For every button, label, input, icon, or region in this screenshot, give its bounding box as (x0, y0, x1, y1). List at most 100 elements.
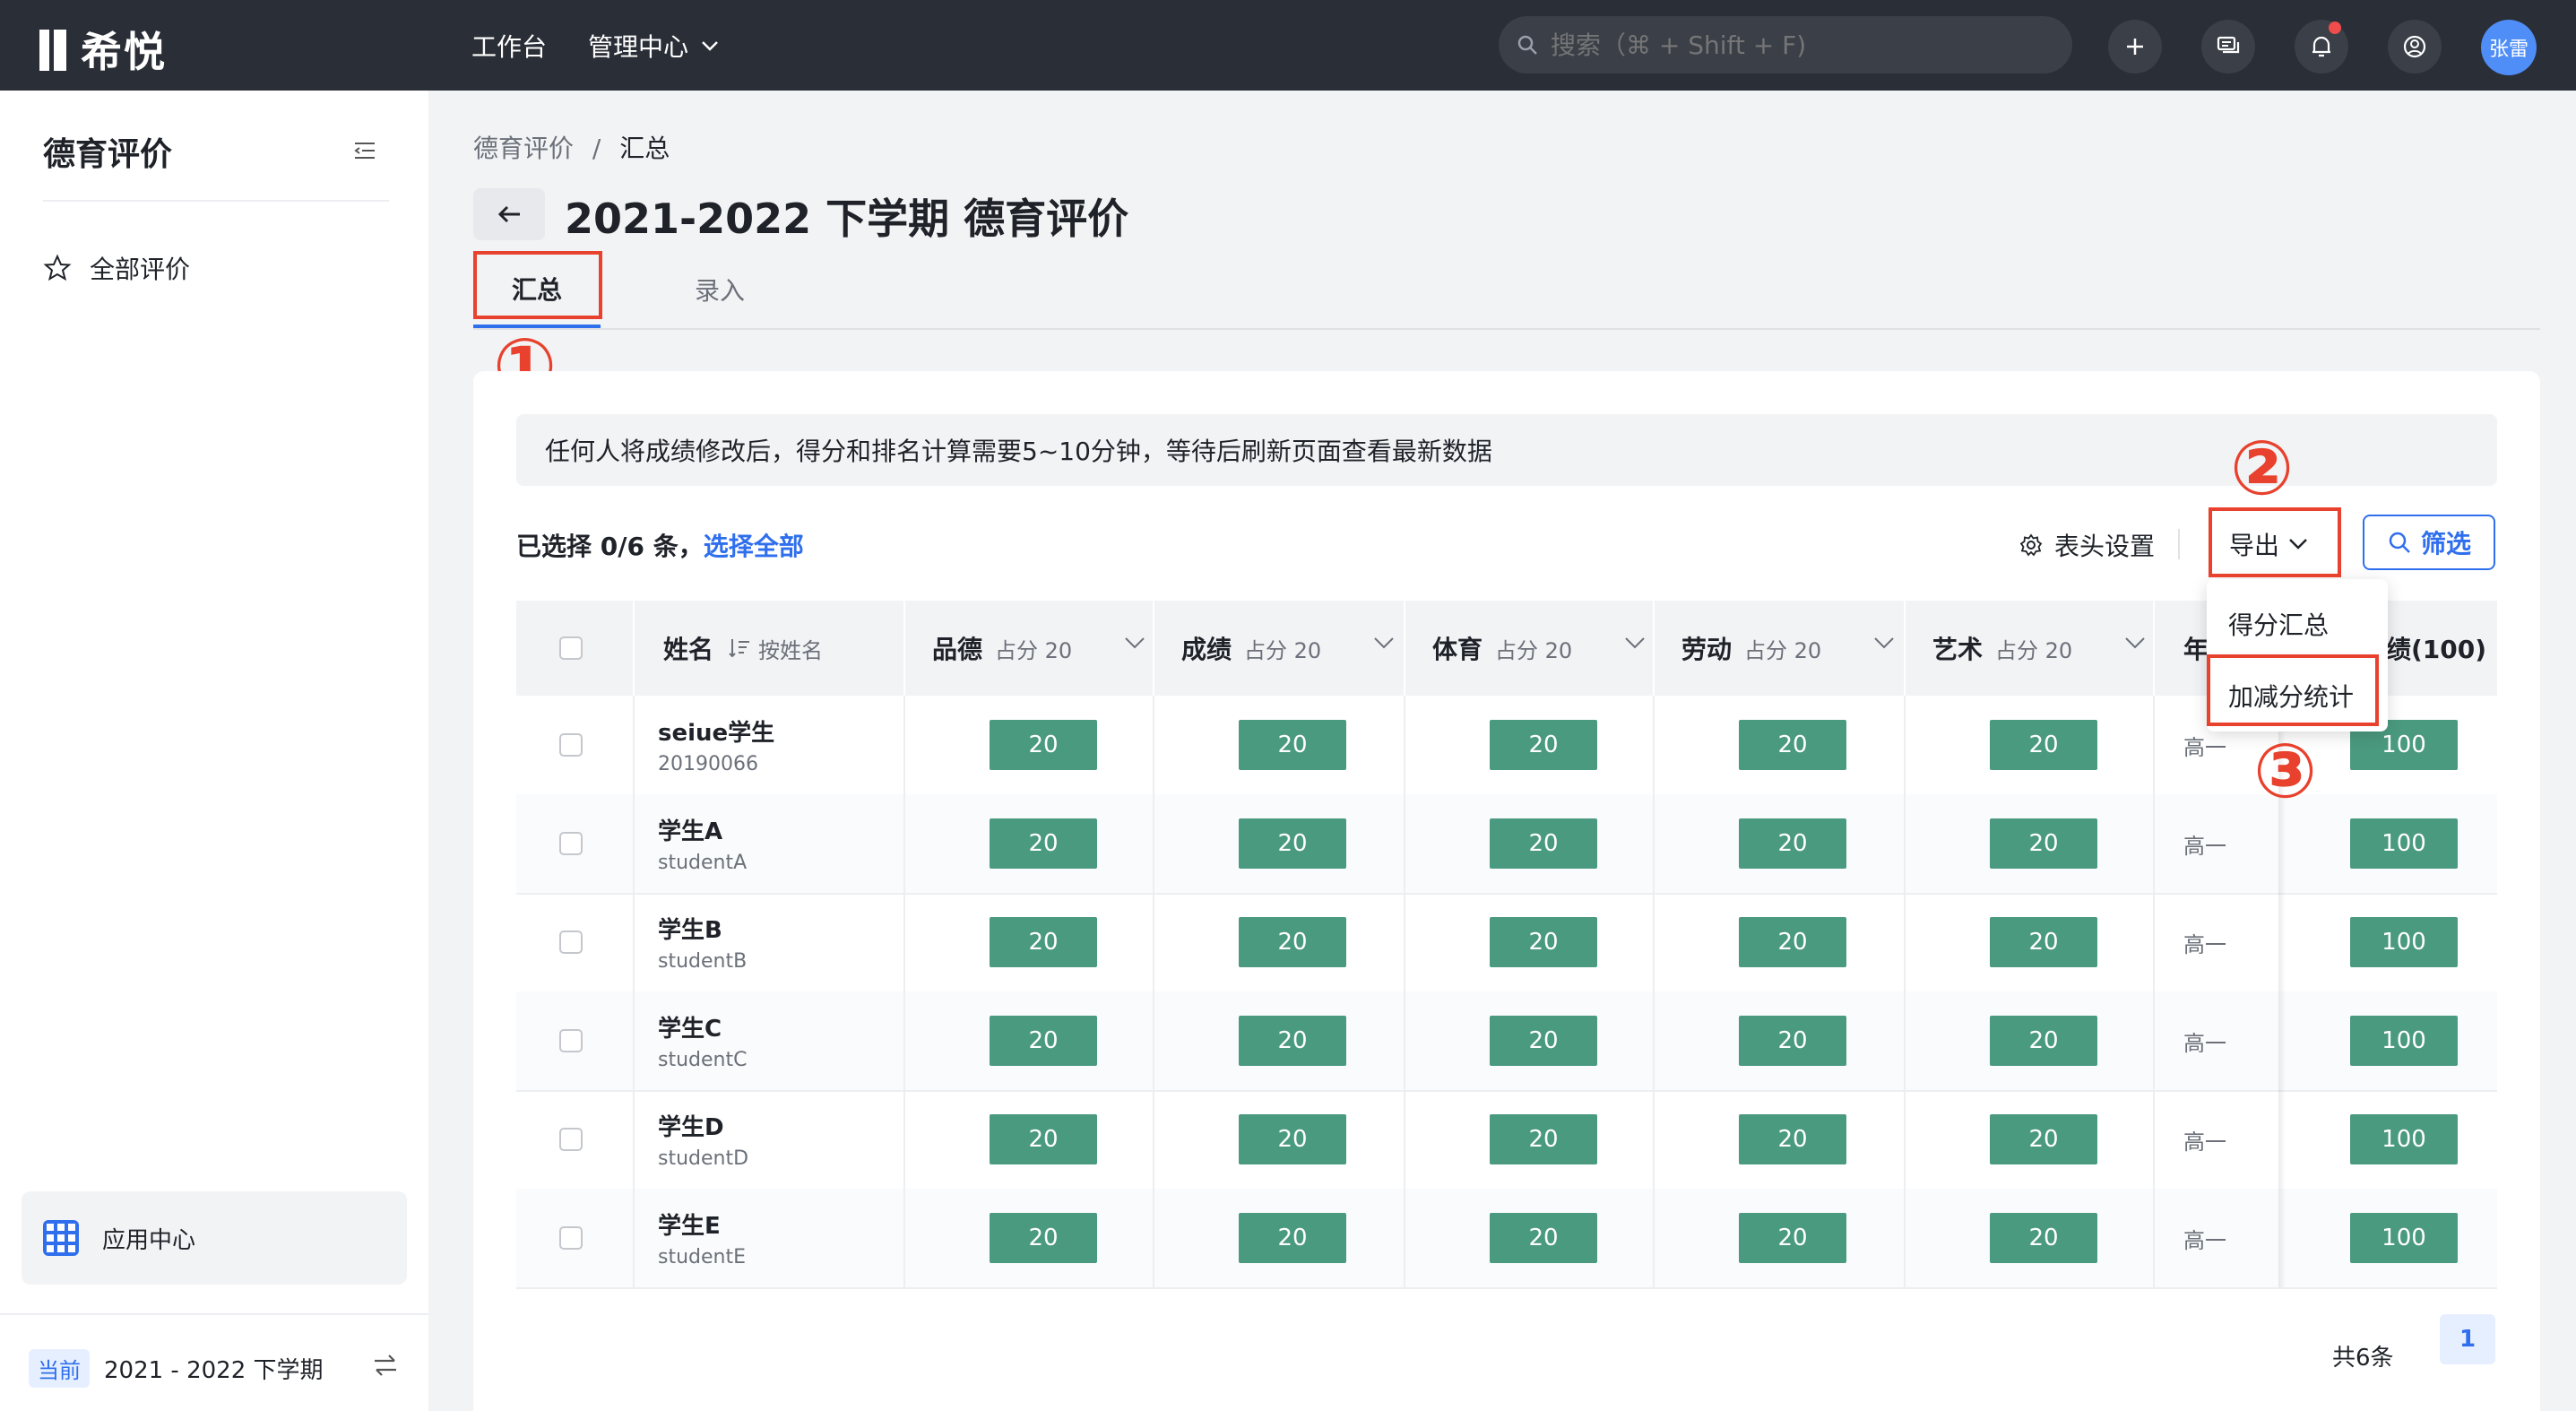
chevron-down-icon[interactable] (1124, 636, 1145, 649)
row-checkbox[interactable] (559, 931, 583, 954)
score-badge[interactable]: 20 (1490, 1016, 1597, 1066)
header-divider (1404, 601, 1405, 696)
chevron-down-icon[interactable] (2124, 636, 2146, 649)
switch-term-icon[interactable] (371, 1353, 400, 1378)
row-checkbox[interactable] (559, 1029, 583, 1052)
student-name-cell[interactable]: seiue学生 20190066 (658, 696, 774, 794)
student-name-cell[interactable]: 学生C studentC (658, 991, 747, 1090)
score-cell: 20 (1990, 1090, 2097, 1189)
column-divider (1904, 991, 1906, 1090)
score-badge[interactable]: 20 (1990, 917, 2097, 967)
score-badge[interactable]: 20 (1239, 917, 1346, 967)
score-badge[interactable]: 20 (1239, 1016, 1346, 1066)
row-checkbox[interactable] (559, 733, 583, 757)
column-art[interactable]: 艺术 占分 20 (1932, 601, 2162, 696)
score-badge[interactable]: 20 (990, 818, 1097, 869)
score-badge[interactable]: 20 (1490, 818, 1597, 869)
column-divider (1153, 1090, 1154, 1189)
score-badge[interactable]: 20 (1490, 720, 1597, 770)
total-badge[interactable]: 100 (2350, 917, 2458, 967)
score-cell: 20 (1490, 893, 1597, 991)
column-labor[interactable]: 劳动 占分 20 (1681, 601, 1911, 696)
app-logo[interactable]: 希悦 (39, 20, 167, 79)
score-badge[interactable]: 20 (1739, 917, 1846, 967)
row-checkbox[interactable] (559, 832, 583, 855)
breadcrumb-parent[interactable]: 德育评价 (473, 134, 574, 163)
student-name-cell[interactable]: 学生B studentB (658, 893, 747, 991)
grade-cell: 高一 (2183, 1227, 2226, 1253)
column-sports[interactable]: 体育 占分 20 (1432, 601, 1662, 696)
nav-workbench[interactable]: 工作台 (471, 28, 547, 64)
header-settings-label: 表头设置 (2054, 532, 2156, 561)
filter-button[interactable]: 筛选 (2363, 515, 2495, 570)
chevron-down-icon[interactable] (1873, 636, 1895, 649)
messages-button[interactable] (2201, 20, 2255, 74)
score-badge[interactable]: 20 (1239, 720, 1346, 770)
student-name-cell[interactable]: 学生D studentD (658, 1090, 748, 1189)
score-badge[interactable]: 20 (990, 1016, 1097, 1066)
score-badge[interactable]: 20 (1490, 1114, 1597, 1164)
student-name: 学生B (658, 917, 722, 944)
score-badge[interactable]: 20 (1239, 818, 1346, 869)
chevron-down-icon[interactable] (1624, 636, 1646, 649)
column-weight: 占分 20 (1495, 637, 1573, 663)
back-button[interactable] (473, 188, 545, 240)
column-name[interactable]: 姓名 按姓名 (663, 601, 905, 696)
score-badge[interactable]: 20 (1490, 917, 1597, 967)
score-badge[interactable]: 20 (990, 917, 1097, 967)
nav-admin-center[interactable]: 管理中心 (588, 28, 719, 64)
user-avatar[interactable]: 张雷 (2481, 20, 2537, 75)
column-academic[interactable]: 成绩 占分 20 (1181, 601, 1411, 696)
score-badge[interactable]: 20 (1990, 1114, 2097, 1164)
tab-entry[interactable]: 录入 (661, 253, 778, 326)
column-divider (2153, 696, 2155, 794)
column-divider (903, 696, 905, 794)
add-button[interactable] (2108, 20, 2162, 74)
score-badge[interactable]: 20 (1739, 818, 1846, 869)
header-settings-button[interactable]: 表头设置 (2018, 527, 2155, 563)
score-badge[interactable]: 20 (1990, 818, 2097, 869)
settings-button[interactable] (2388, 20, 2442, 74)
table-row: 学生C studentC 20 20 20 20 20 高一 100 (516, 991, 2497, 1092)
score-badge[interactable]: 20 (990, 720, 1097, 770)
row-checkbox[interactable] (559, 1226, 583, 1250)
global-search[interactable] (1499, 16, 2072, 74)
annotation-box-bonus-stats (2207, 654, 2379, 726)
score-badge[interactable]: 20 (1490, 1213, 1597, 1263)
score-cell: 20 (1490, 1090, 1597, 1189)
grade-cell: 高一 (2183, 931, 2226, 957)
score-badge[interactable]: 20 (1739, 1213, 1846, 1263)
score-badge[interactable]: 20 (1739, 1114, 1846, 1164)
total-badge[interactable]: 100 (2350, 1114, 2458, 1164)
sidebar-item-all-evaluations[interactable]: 全部评价 (43, 250, 190, 286)
student-id: studentA (658, 852, 748, 874)
collapse-sidebar-icon[interactable] (351, 137, 378, 164)
chevron-down-icon[interactable] (1373, 636, 1395, 649)
total-badge[interactable]: 100 (2350, 1016, 2458, 1066)
export-menu-score-summary[interactable]: 得分汇总 (2228, 606, 2329, 642)
notifications-button[interactable] (2295, 20, 2348, 74)
select-all-checkbox[interactable] (559, 636, 583, 660)
score-badge[interactable]: 20 (1990, 1213, 2097, 1263)
student-name-cell[interactable]: 学生A studentA (658, 794, 747, 893)
score-badge[interactable]: 20 (1239, 1213, 1346, 1263)
score-badge[interactable]: 20 (1990, 1016, 2097, 1066)
column-morality[interactable]: 品德 占分 20 (932, 601, 1162, 696)
search-input[interactable] (1549, 29, 2054, 61)
top-bar: 希悦 工作台 管理中心 张雷 (0, 0, 2576, 91)
column-divider (2153, 1090, 2155, 1189)
row-checkbox[interactable] (559, 1128, 583, 1151)
total-badge[interactable]: 100 (2350, 818, 2458, 869)
score-badge[interactable]: 20 (990, 1114, 1097, 1164)
app-center-button[interactable]: 应用中心 (22, 1191, 407, 1285)
score-badge[interactable]: 20 (990, 1213, 1097, 1263)
total-badge[interactable]: 100 (2350, 1213, 2458, 1263)
score-cell: 20 (1490, 1189, 1597, 1287)
score-badge[interactable]: 20 (1739, 1016, 1846, 1066)
score-badge[interactable]: 20 (1239, 1114, 1346, 1164)
pagination-page-1[interactable]: 1 (2440, 1314, 2495, 1364)
score-badge[interactable]: 20 (1739, 720, 1846, 770)
student-name-cell[interactable]: 学生E studentE (658, 1189, 746, 1287)
score-badge[interactable]: 20 (1990, 720, 2097, 770)
select-all-link[interactable]: 选择全部 (704, 532, 804, 561)
